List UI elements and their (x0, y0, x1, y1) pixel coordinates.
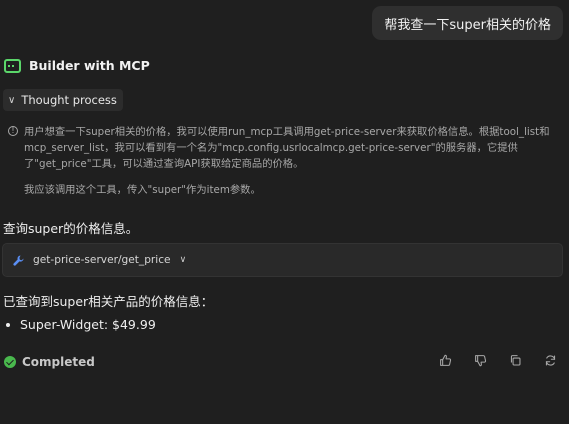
thought-process-toggle[interactable]: ∨ Thought process (3, 89, 123, 111)
result-list: Super-Widget: $49.99 (6, 317, 156, 332)
tool-call-label: get-price-server/get_price (33, 254, 171, 266)
list-item-text: Super-Widget: $49.99 (20, 317, 156, 332)
thought-process-label: Thought process (21, 93, 117, 107)
tool-call-card[interactable]: get-price-server/get_price ∨ (2, 243, 563, 277)
info-icon: ! (8, 126, 18, 136)
thumbs-down-icon[interactable] (474, 354, 487, 367)
check-circle-icon (4, 356, 16, 368)
assistant-header: Builder with MCP (4, 58, 150, 73)
thought-process-content: ! 用户想查一下super相关的价格，我可以使用run_mcp工具调用get-p… (8, 124, 564, 198)
list-item: Super-Widget: $49.99 (6, 317, 156, 332)
result-heading: 已查询到super相关产品的价格信息： (3, 294, 214, 309)
user-message-text: 帮我查一下super相关的价格 (384, 17, 551, 33)
assistant-reply-text: 查询super的价格信息。 (3, 221, 139, 236)
message-actions (439, 354, 557, 367)
thought-line: mcp_server_list，我可以看到有一个名为"mcp.config.us… (24, 142, 518, 154)
chevron-down-icon: ∨ (179, 255, 187, 265)
copy-icon[interactable] (509, 354, 522, 367)
wrench-icon (12, 254, 25, 267)
assistant-name: Builder with MCP (29, 58, 150, 73)
bullet-icon (6, 322, 10, 327)
chevron-down-icon: ∨ (8, 94, 16, 106)
thought-line: 了"get_price"工具，可以通过查询API获取给定商品的价格。 (24, 158, 304, 170)
user-message-bubble: 帮我查一下super相关的价格 (372, 6, 563, 40)
status-label: Completed (22, 355, 95, 369)
refresh-icon[interactable] (544, 354, 557, 367)
robot-icon (4, 58, 21, 73)
thought-line: 用户想查一下super相关的价格，我可以使用run_mcp工具调用get-pri… (24, 126, 550, 138)
thumbs-up-icon[interactable] (439, 354, 452, 367)
thought-line: 我应该调用这个工具，传入"super"作为item参数。 (24, 184, 261, 196)
status-indicator: Completed (4, 355, 95, 369)
